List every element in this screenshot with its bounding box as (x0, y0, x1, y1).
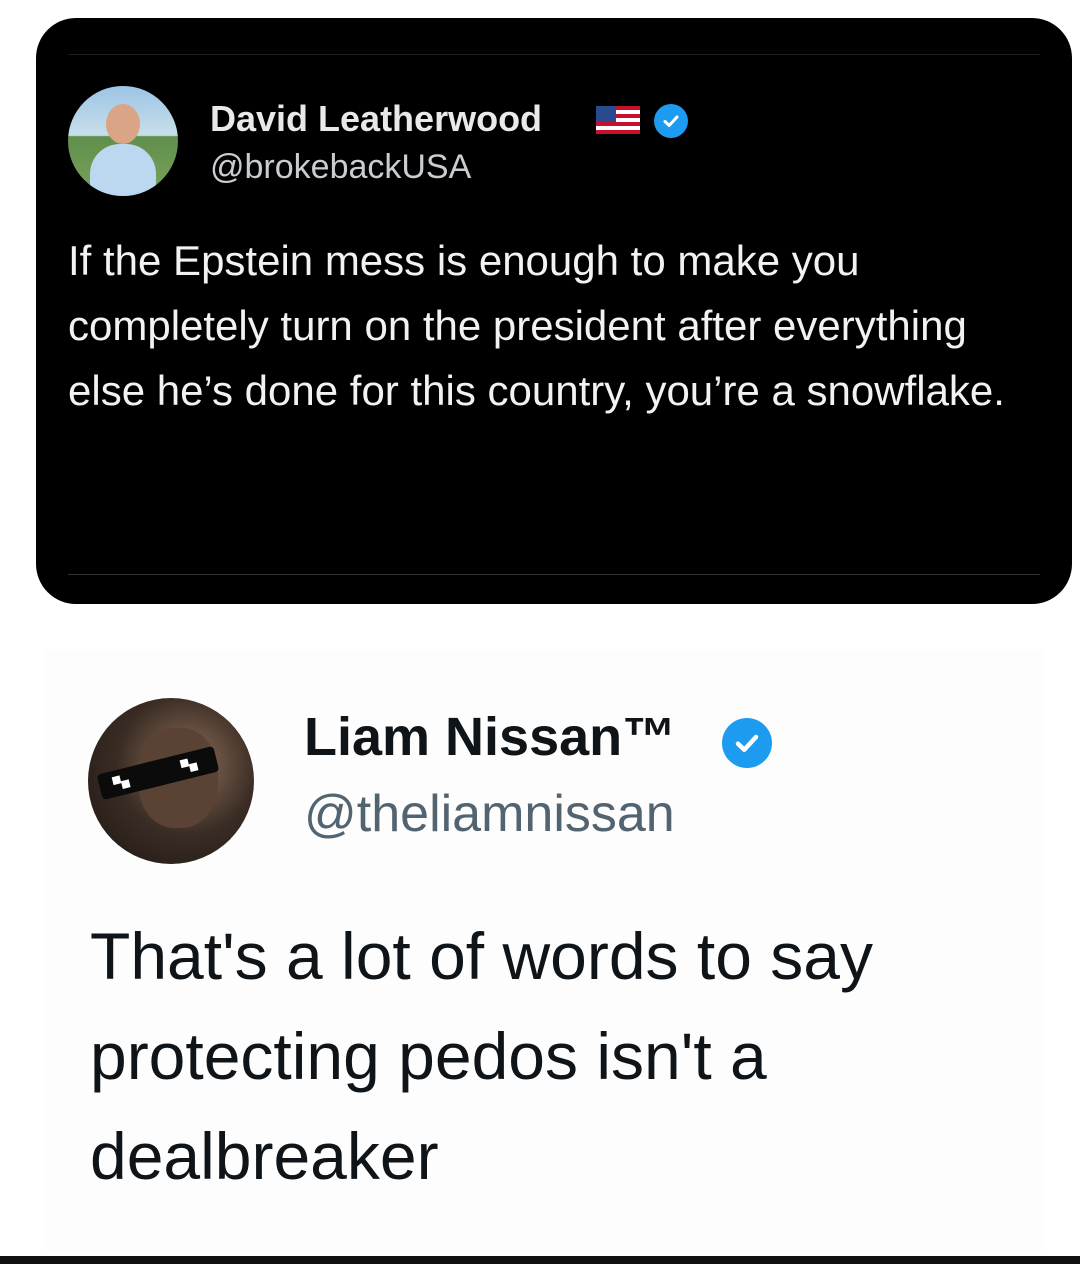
glasses-pixel (188, 762, 199, 773)
verified-badge-icon (722, 718, 772, 768)
divider (68, 54, 1040, 55)
bottom-edge (0, 1256, 1080, 1264)
glasses-pixel (120, 779, 131, 789)
flag-canton (596, 106, 616, 122)
user-handle[interactable]: @brokebackUSA (210, 148, 471, 187)
avatar-head (106, 104, 140, 144)
tweet-text: If the Epstein mess is enough to make yo… (68, 237, 1005, 414)
avatar-shirt (90, 144, 156, 196)
us-flag-icon (596, 106, 640, 134)
avatar[interactable] (88, 698, 254, 864)
divider (68, 574, 1040, 575)
display-name[interactable]: Liam Nissan™ (304, 706, 676, 768)
tweet-text: That's a lot of words to say protecting … (90, 919, 873, 1193)
display-name[interactable]: David Leatherwood (210, 98, 542, 140)
user-handle[interactable]: @theliamnissan (304, 784, 675, 844)
quoted-tweet-card[interactable]: David Leatherwood @brokebackUSA If the E… (36, 18, 1072, 604)
avatar[interactable] (68, 86, 178, 196)
verified-badge-icon (654, 104, 688, 138)
